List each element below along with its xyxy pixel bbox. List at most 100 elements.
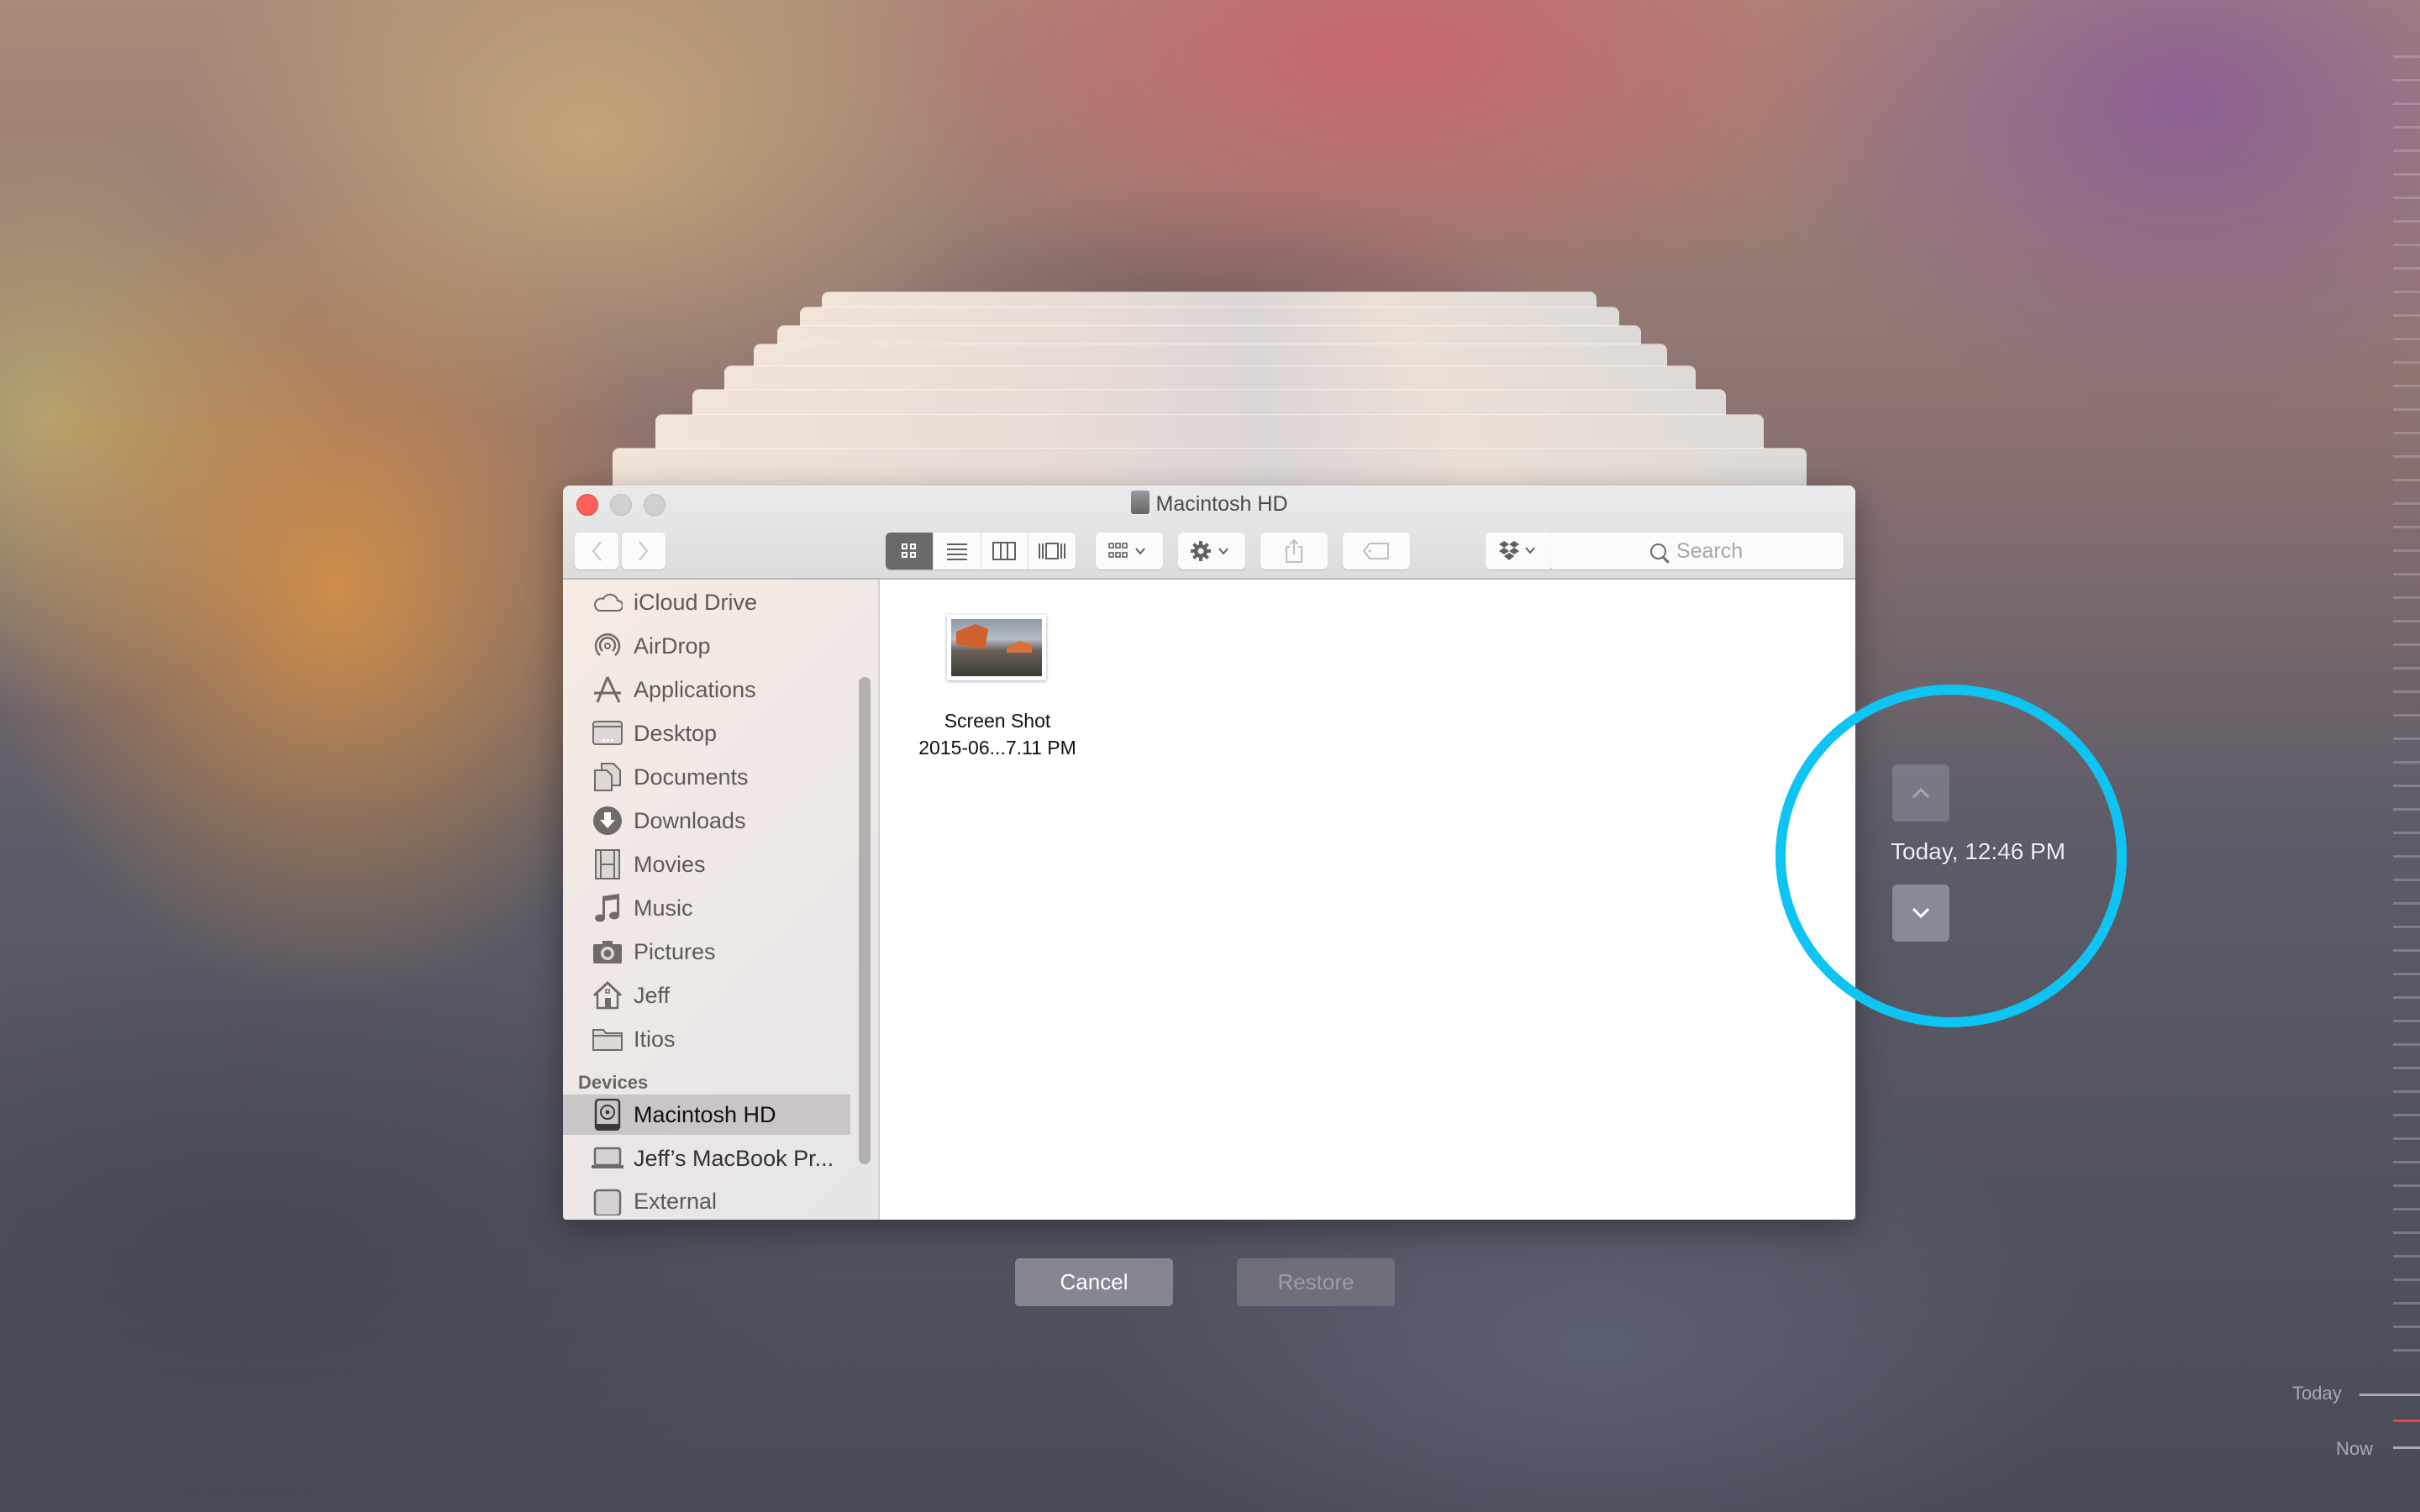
sidebar-item-airdrop[interactable]: AirDrop (563, 624, 850, 668)
timeline-tick[interactable] (2393, 385, 2420, 387)
timeline-tick[interactable] (2393, 596, 2420, 599)
timeline-tick[interactable] (2393, 338, 2420, 340)
sidebar-item-movies[interactable]: Movies (563, 843, 850, 886)
timeline-tick[interactable] (2393, 855, 2420, 858)
timeline-tick[interactable] (2393, 902, 2420, 905)
timeline-tick[interactable] (2393, 455, 2420, 458)
timeline-tick[interactable] (2393, 714, 2420, 717)
sidebar-item-macbook-pro[interactable]: Jeff’s MacBook Pr... (563, 1137, 850, 1180)
timeline-tick[interactable] (2393, 479, 2420, 481)
sidebar-section-devices: Devices (578, 1072, 649, 1093)
timeline-tick[interactable] (2393, 1302, 2420, 1305)
sidebar-item-applications[interactable]: Applications (563, 668, 850, 711)
sidebar-item-label: Itios (634, 1026, 676, 1052)
timeline-tick[interactable] (2393, 808, 2420, 811)
timeline-tick[interactable] (2393, 996, 2420, 999)
timeline-tick[interactable] (2393, 1184, 2420, 1187)
list-view-button[interactable] (933, 533, 981, 570)
file-name-line2: 2015-06...7.11 PM (918, 737, 1076, 759)
search-field[interactable]: Search (1549, 533, 1844, 570)
icon-view-button[interactable] (886, 533, 934, 570)
timeline-tick[interactable] (2393, 738, 2420, 740)
tag-button[interactable] (1343, 533, 1410, 570)
timeline-tick[interactable] (2393, 879, 2420, 881)
timeline-tick[interactable] (2393, 150, 2420, 152)
sidebar-item-documents[interactable]: Documents (563, 755, 850, 799)
timeline-tick[interactable] (2393, 573, 2420, 575)
cover-flow-view-button[interactable] (1028, 533, 1076, 570)
sidebar-item-music[interactable]: Music (563, 886, 850, 930)
timeline-tick[interactable] (2393, 314, 2420, 317)
timeline-tick[interactable] (2393, 1326, 2420, 1328)
timeline-tick[interactable] (2393, 949, 2420, 952)
timeline-tick[interactable] (2393, 1208, 2420, 1210)
timeline-tick[interactable] (2393, 244, 2420, 246)
sidebar-item-downloads[interactable]: Downloads (563, 799, 850, 843)
sidebar-item-desktop[interactable]: Desktop (563, 711, 850, 755)
timeline-tick[interactable] (2393, 1349, 2420, 1352)
forward-button[interactable] (622, 533, 666, 570)
timeline-tick[interactable] (2393, 126, 2420, 129)
sidebar-item-label: Jeff’s MacBook Pr... (634, 1145, 834, 1171)
timeline-tick[interactable] (2393, 1137, 2420, 1140)
timeline-tick[interactable] (2393, 1043, 2420, 1046)
timeline-tick[interactable] (2393, 832, 2420, 834)
timeline-tick[interactable] (2393, 643, 2420, 646)
timeline-tick[interactable] (2393, 1020, 2420, 1022)
timeline-tick[interactable] (2393, 1090, 2420, 1093)
sidebar-item-external[interactable]: External (563, 1179, 850, 1220)
timeline-tick[interactable] (2393, 1067, 2420, 1069)
dropbox-button[interactable] (1486, 533, 1553, 570)
timeline-tick[interactable] (2393, 502, 2420, 505)
sidebar-item-pictures[interactable]: Pictures (563, 930, 850, 974)
timeline-tick[interactable] (2393, 785, 2420, 787)
timeline-tick[interactable] (2393, 926, 2420, 928)
sidebar-item-label: Macintosh HD (634, 1101, 776, 1127)
timeline-tick-now[interactable] (2393, 1446, 2420, 1449)
share-button[interactable] (1260, 533, 1328, 570)
timeline-tick[interactable] (2393, 361, 2420, 364)
timeline-tick[interactable] (2393, 1255, 2420, 1257)
timeline-tick[interactable] (2393, 1114, 2420, 1116)
sidebar-item-label: Documents (634, 764, 749, 790)
sidebar-item-macintosh-hd[interactable]: Macintosh HD (563, 1095, 850, 1135)
back-button[interactable] (575, 533, 618, 570)
timeline-tick[interactable] (2393, 173, 2420, 176)
timeline-label-now: Now (2336, 1438, 2374, 1459)
timeline-tick[interactable] (2393, 667, 2420, 669)
timeline-tick[interactable] (2393, 526, 2420, 528)
cancel-button[interactable]: Cancel (1015, 1258, 1173, 1306)
sidebar-item-jeff[interactable]: Jeff (563, 974, 850, 1017)
timeline-tick[interactable] (2393, 220, 2420, 223)
timeline-tick[interactable] (2393, 291, 2420, 293)
timeline-tick[interactable] (2393, 102, 2420, 105)
dropbox-icon (1499, 541, 1535, 560)
finder-window: Macintosh HD Search iCloud Drive AirDrop… (563, 486, 1855, 1220)
downloads-icon (592, 805, 623, 837)
arrange-button[interactable] (1096, 533, 1163, 570)
sidebar-item-label: Pictures (634, 938, 716, 964)
timeline-tick[interactable] (2393, 432, 2420, 434)
restore-button[interactable]: Restore (1237, 1258, 1395, 1306)
file-item-screenshot-thumbnail[interactable] (947, 615, 1046, 680)
timeline-tick[interactable] (2393, 761, 2420, 764)
timeline-tick[interactable] (2393, 1278, 2420, 1281)
sidebar-item-icloud-drive[interactable]: iCloud Drive (563, 580, 850, 624)
action-button[interactable] (1178, 533, 1245, 570)
timeline-tick[interactable] (2393, 1161, 2420, 1163)
timeline-tick[interactable] (2393, 620, 2420, 622)
file-item-screenshot-label[interactable]: Screen Shot 2015-06...7.11 PM (897, 707, 1098, 761)
timeline-tick[interactable] (2393, 690, 2420, 693)
sidebar-item-itios[interactable]: Itios (563, 1017, 850, 1061)
timeline-tick[interactable] (2393, 79, 2420, 81)
column-view-button[interactable] (981, 533, 1029, 570)
timeline-tick[interactable] (2393, 267, 2420, 270)
timeline-tick[interactable] (2393, 973, 2420, 975)
timeline-tick[interactable] (2393, 549, 2420, 552)
timeline-tick[interactable] (2393, 197, 2420, 199)
timeline-tick[interactable] (2393, 1231, 2420, 1234)
timeline-tick-today[interactable] (2360, 1394, 2420, 1396)
sidebar-scrollbar[interactable] (859, 677, 871, 1164)
timeline-tick[interactable] (2393, 55, 2420, 58)
timeline-tick[interactable] (2393, 408, 2420, 411)
